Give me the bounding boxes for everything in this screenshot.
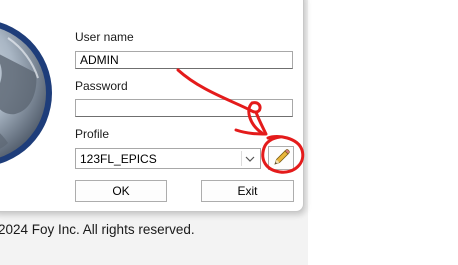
profile-select-value: 123FL_EPICS: [80, 152, 157, 166]
password-input[interactable]: [75, 99, 293, 117]
profile-label: Profile: [75, 127, 110, 141]
pencil-icon: [269, 149, 293, 173]
background-area: [308, 0, 458, 265]
chevron-down-icon[interactable]: [241, 151, 258, 166]
username-label: User name: [75, 30, 134, 44]
exit-button[interactable]: Exit: [201, 180, 294, 202]
password-label: Password: [75, 79, 128, 93]
globe-logo: [0, 22, 52, 164]
edit-profile-button[interactable]: [268, 146, 294, 170]
username-input[interactable]: [75, 51, 293, 69]
copyright-text: 2024 Foy Inc. All rights reserved.: [0, 222, 195, 237]
ok-button[interactable]: OK: [75, 180, 167, 202]
profile-select[interactable]: 123FL_EPICS: [75, 148, 261, 169]
